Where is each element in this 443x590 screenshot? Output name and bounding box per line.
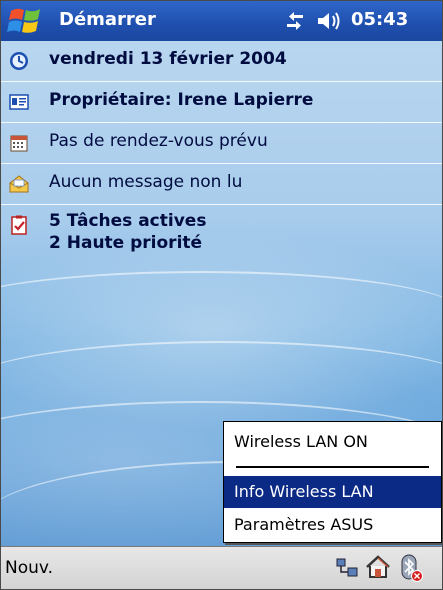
divider bbox=[1, 204, 442, 205]
clock-icon bbox=[10, 52, 28, 70]
speaker-icon[interactable] bbox=[315, 10, 341, 32]
menu-separator bbox=[236, 466, 429, 468]
tasks-icon bbox=[11, 215, 27, 235]
date-row[interactable]: vendredi 13 février 2004 bbox=[1, 41, 442, 81]
active-tasks-label: 5 Tâches actives bbox=[49, 211, 207, 231]
network-icon[interactable] bbox=[335, 557, 359, 579]
wireless-popup-menu: Wireless LAN ON Info Wireless LAN Paramè… bbox=[223, 421, 442, 543]
today-screen: vendredi 13 février 2004 Propriétaire: I… bbox=[1, 41, 442, 546]
bluetooth-icon[interactable] bbox=[398, 553, 424, 583]
menu-item-label: Wireless LAN ON bbox=[234, 432, 368, 451]
owner-card-icon bbox=[9, 94, 29, 110]
command-bar: Nouv. bbox=[1, 546, 442, 589]
owner-row[interactable]: Propriétaire: Irene Lapierre bbox=[1, 82, 442, 122]
appointments-label: Pas de rendez-vous prévu bbox=[49, 131, 268, 151]
windows-flag-icon bbox=[7, 8, 40, 33]
clock-time[interactable]: 05:43 bbox=[351, 9, 408, 30]
inbox-icon bbox=[9, 175, 29, 193]
inbox-row[interactable]: Aucun message non lu bbox=[1, 164, 442, 204]
calendar-icon bbox=[10, 135, 28, 152]
home-icon[interactable] bbox=[365, 555, 391, 579]
menu-item-parametres-asus[interactable]: Paramètres ASUS bbox=[224, 509, 441, 541]
messages-label: Aucun message non lu bbox=[49, 172, 243, 192]
date-label: vendredi 13 février 2004 bbox=[49, 49, 287, 69]
menu-item-info-wireless-lan[interactable]: Info Wireless LAN bbox=[224, 476, 441, 508]
pocket-pc-screen: Démarrer 05:43 vendredi 13 février 2004 bbox=[0, 0, 443, 590]
owner-label: Propriétaire: Irene Lapierre bbox=[49, 90, 314, 110]
menu-item-wireless-lan-on[interactable]: Wireless LAN ON bbox=[224, 426, 441, 458]
high-priority-label: 2 Haute priorité bbox=[49, 233, 203, 253]
calendar-row[interactable]: Pas de rendez-vous prévu bbox=[1, 123, 442, 163]
menu-item-label: Info Wireless LAN bbox=[234, 482, 374, 501]
menu-item-label: Paramètres ASUS bbox=[234, 515, 374, 534]
new-button[interactable]: Nouv. bbox=[5, 558, 53, 578]
start-title[interactable]: Démarrer bbox=[59, 9, 156, 30]
start-button[interactable] bbox=[1, 1, 53, 41]
connectivity-icon[interactable] bbox=[284, 10, 306, 32]
tasks-row[interactable]: 5 Tâches actives 2 Haute priorité bbox=[1, 211, 442, 267]
title-bar: Démarrer 05:43 bbox=[1, 1, 442, 41]
